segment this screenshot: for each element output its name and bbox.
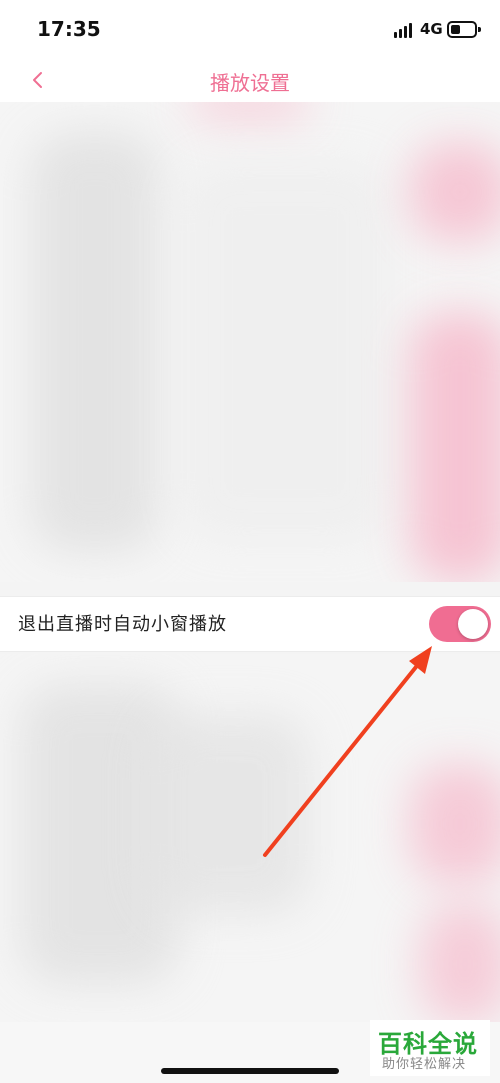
blurred-settings-area-bottom	[0, 654, 500, 1022]
watermark-logo: 百科全说 助你轻松解决	[370, 1020, 490, 1076]
setting-row-auto-mini-play[interactable]: 退出直播时自动小窗播放	[0, 596, 500, 652]
blurred-settings-area-top	[0, 102, 500, 582]
page-title: 播放设置	[210, 71, 290, 95]
settings-screen: 17:35 4G 播放设置 退出直播时自动小窗播放 百科全说 助你轻松解决	[0, 0, 500, 1083]
signal-bars-icon	[394, 22, 414, 38]
watermark-sub-text: 助你轻松解决	[382, 1057, 467, 1072]
status-time: 17:35	[37, 17, 101, 41]
nav-bar: 播放设置	[0, 58, 500, 102]
battery-icon	[447, 21, 481, 38]
toggle-knob	[458, 609, 488, 639]
status-bar: 17:35 4G	[0, 0, 500, 58]
home-indicator[interactable]	[161, 1068, 339, 1074]
setting-label: 退出直播时自动小窗播放	[18, 614, 227, 635]
network-type: 4G	[420, 20, 443, 38]
auto-mini-play-toggle[interactable]	[429, 606, 491, 642]
